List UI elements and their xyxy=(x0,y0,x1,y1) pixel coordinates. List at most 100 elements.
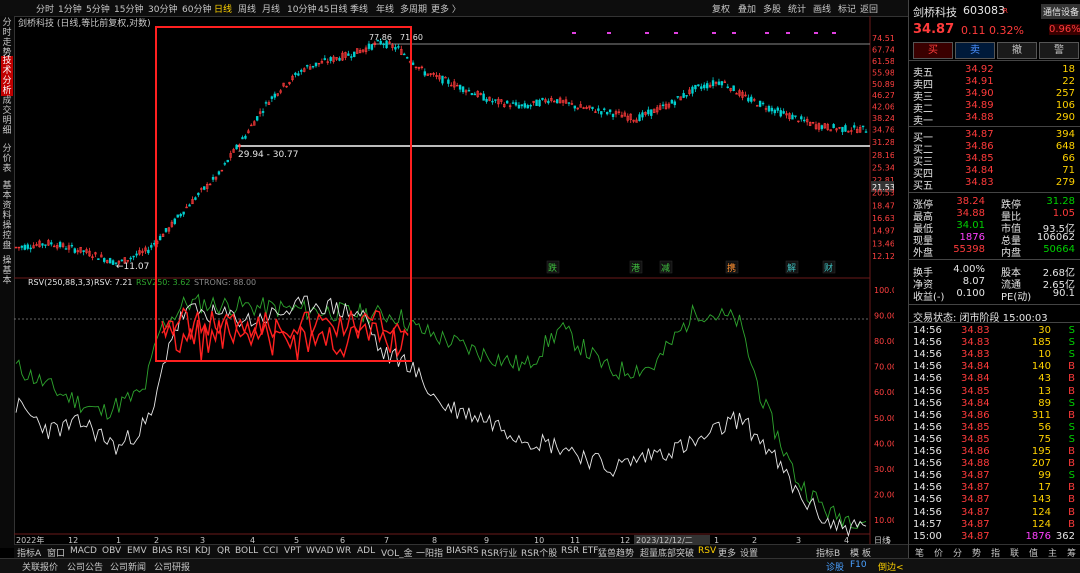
candle-body xyxy=(444,76,447,79)
indicator-tab-5[interactable]: BIAS xyxy=(152,546,173,556)
period-tab-13[interactable]: 多周期 xyxy=(400,2,427,15)
toolbar-action-6[interactable]: 返回 xyxy=(860,2,878,15)
indicator-tab-2[interactable]: MACD xyxy=(70,546,97,556)
right-tab-7[interactable]: 主 xyxy=(1048,546,1057,559)
event-marker-5[interactable]: 财 xyxy=(824,262,833,274)
right-tab-5[interactable]: 联 xyxy=(1010,546,1019,559)
indicator-tab-10[interactable]: CCI xyxy=(263,546,278,556)
right-tab-4[interactable]: 指 xyxy=(991,546,1000,559)
period-tab-4[interactable]: 30分钟 xyxy=(148,2,177,15)
period-tab-3[interactable]: 15分钟 xyxy=(114,2,143,15)
candle-body xyxy=(235,144,238,150)
right-tab-1[interactable]: 价 xyxy=(934,546,943,559)
left-tab-3[interactable]: 分价表 xyxy=(1,144,13,174)
tick-cell: B xyxy=(1068,385,1075,397)
right-tab-2[interactable]: 分 xyxy=(953,546,962,559)
candle-body xyxy=(73,248,77,253)
indicator-tab-20[interactable]: RSR ETF xyxy=(561,546,598,556)
period-tab-0[interactable]: 分时 xyxy=(36,2,54,15)
status-right-2[interactable]: 倒边< xyxy=(878,560,904,573)
toolbar-action-5[interactable]: 标记 xyxy=(838,2,856,15)
period-tab-9[interactable]: 10分钟 xyxy=(287,2,316,15)
chart-title: 剑桥科技 (日线,等比前复权,对数) xyxy=(18,17,151,29)
period-tab-14[interactable]: 更多 〉 xyxy=(431,2,461,15)
indicator-tab-3[interactable]: OBV xyxy=(102,546,121,556)
order-book-row: 买二 34.86 648 xyxy=(909,141,1080,156)
right-tab-8[interactable]: 筹 xyxy=(1067,546,1076,559)
book-price: 34.89 xyxy=(965,100,994,111)
trade-button-3[interactable]: 警 xyxy=(1039,42,1079,59)
period-tab-8[interactable]: 月线 xyxy=(262,2,280,15)
left-tab-4[interactable]: 基本资料 xyxy=(1,181,13,221)
indicator-tab-4[interactable]: EMV xyxy=(127,546,147,556)
status-right-1[interactable]: F10 xyxy=(850,560,867,570)
trade-button-1[interactable]: 卖 xyxy=(955,42,995,59)
left-tab-5[interactable]: 操控盘 xyxy=(1,221,13,251)
period-tab-12[interactable]: 年线 xyxy=(376,2,394,15)
left-tab-1[interactable]: 技术分析 xyxy=(1,56,13,96)
candle-body xyxy=(382,43,385,46)
book-price: 34.85 xyxy=(965,153,994,164)
toolbar-action-3[interactable]: 统计 xyxy=(788,2,806,15)
event-marker-1[interactable]: 港 xyxy=(631,262,640,274)
tick-cell: 34.85 xyxy=(961,421,990,433)
separator xyxy=(909,304,1080,305)
period-tab-7[interactable]: 周线 xyxy=(238,2,256,15)
tick-cell: B xyxy=(1068,446,1075,457)
tick-cell: 17 xyxy=(1038,482,1051,494)
period-tab-11[interactable]: 季线 xyxy=(350,2,368,15)
book-price: 34.87 xyxy=(965,129,994,140)
period-tab-1[interactable]: 1分钟 xyxy=(58,2,82,15)
trade-button-0[interactable]: 买 xyxy=(913,42,953,59)
left-tab-0[interactable]: 分时走势 xyxy=(1,18,13,58)
trade-button-2[interactable]: 撤 xyxy=(997,42,1037,59)
indicator-tab-14[interactable]: ADL xyxy=(357,546,375,556)
indicator-tab-17[interactable]: BIASRS xyxy=(446,546,479,556)
event-marker-3[interactable]: 携 xyxy=(727,262,736,274)
toolbar-action-0[interactable]: 复权 xyxy=(712,2,730,15)
stat-row: 最低 34.01 市值 93.5亿 xyxy=(909,220,1080,235)
indicator-tab-12[interactable]: WVAD xyxy=(306,546,334,556)
indicator-tab-23[interactable]: RSV xyxy=(698,546,716,556)
indicator-tab-11[interactable]: VPT xyxy=(284,546,301,556)
indicator-tab-6[interactable]: RSI xyxy=(176,546,191,556)
status-link-0[interactable]: 关联报价 xyxy=(22,560,58,573)
indicator-tick: 60.00 xyxy=(874,388,894,397)
indicator-tab-9[interactable]: BOLL xyxy=(235,546,258,556)
period-tab-2[interactable]: 5分钟 xyxy=(86,2,110,15)
candle-body xyxy=(305,65,309,67)
right-tab-6[interactable]: 值 xyxy=(1029,546,1038,559)
event-marker-0[interactable]: 跌 xyxy=(548,263,557,274)
status-link-2[interactable]: 公司新闻 xyxy=(110,560,146,573)
candle-body xyxy=(761,102,765,105)
stat-row: 涨停 38.24 跌停 31.28 xyxy=(909,196,1080,211)
period-tab-5[interactable]: 60分钟 xyxy=(182,2,211,15)
candle-body xyxy=(703,84,706,89)
event-marker-2[interactable]: 减 xyxy=(661,262,670,274)
indicator-tab-13[interactable]: WR xyxy=(336,546,351,556)
period-tab-6[interactable]: 日线 xyxy=(214,2,232,15)
right-tab-0[interactable]: 笔 xyxy=(915,546,924,559)
left-tab-2[interactable]: 成交明细 xyxy=(1,96,13,136)
candle-body xyxy=(567,102,571,104)
period-tab-10[interactable]: 45日线 xyxy=(318,2,347,15)
status-right-0[interactable]: 诊股 xyxy=(826,560,844,573)
toolbar-action-4[interactable]: 画线 xyxy=(813,2,831,15)
kline-chart[interactable]: 剑桥科技 (日线,等比前复权,对数) 74.51 67.74 61.58 55.98 5… xyxy=(14,16,894,546)
candle-body xyxy=(347,53,350,56)
toolbar-action-2[interactable]: 多股 xyxy=(763,2,781,15)
event-marker-4[interactable]: 解 xyxy=(787,262,796,274)
tick-cell: 34.87 xyxy=(961,518,990,530)
status-link-3[interactable]: 公司研报 xyxy=(154,560,190,573)
right-tab-3[interactable]: 势 xyxy=(972,546,981,559)
tick-cell: 56 xyxy=(1038,421,1051,433)
left-tab-6[interactable]: 操基本 xyxy=(1,256,13,286)
status-link-1[interactable]: 公司公告 xyxy=(67,560,103,573)
industry-button[interactable]: 通信设备 xyxy=(1041,4,1080,19)
indicator-tab-7[interactable]: KDJ xyxy=(195,546,211,556)
candle-body xyxy=(97,258,100,260)
candle-body xyxy=(720,81,724,86)
indicator-tab-8[interactable]: QR xyxy=(217,546,230,556)
toolbar-action-1[interactable]: 叠加 xyxy=(738,2,756,15)
tick-row: 14:56 34.84 43 B xyxy=(909,373,1080,385)
